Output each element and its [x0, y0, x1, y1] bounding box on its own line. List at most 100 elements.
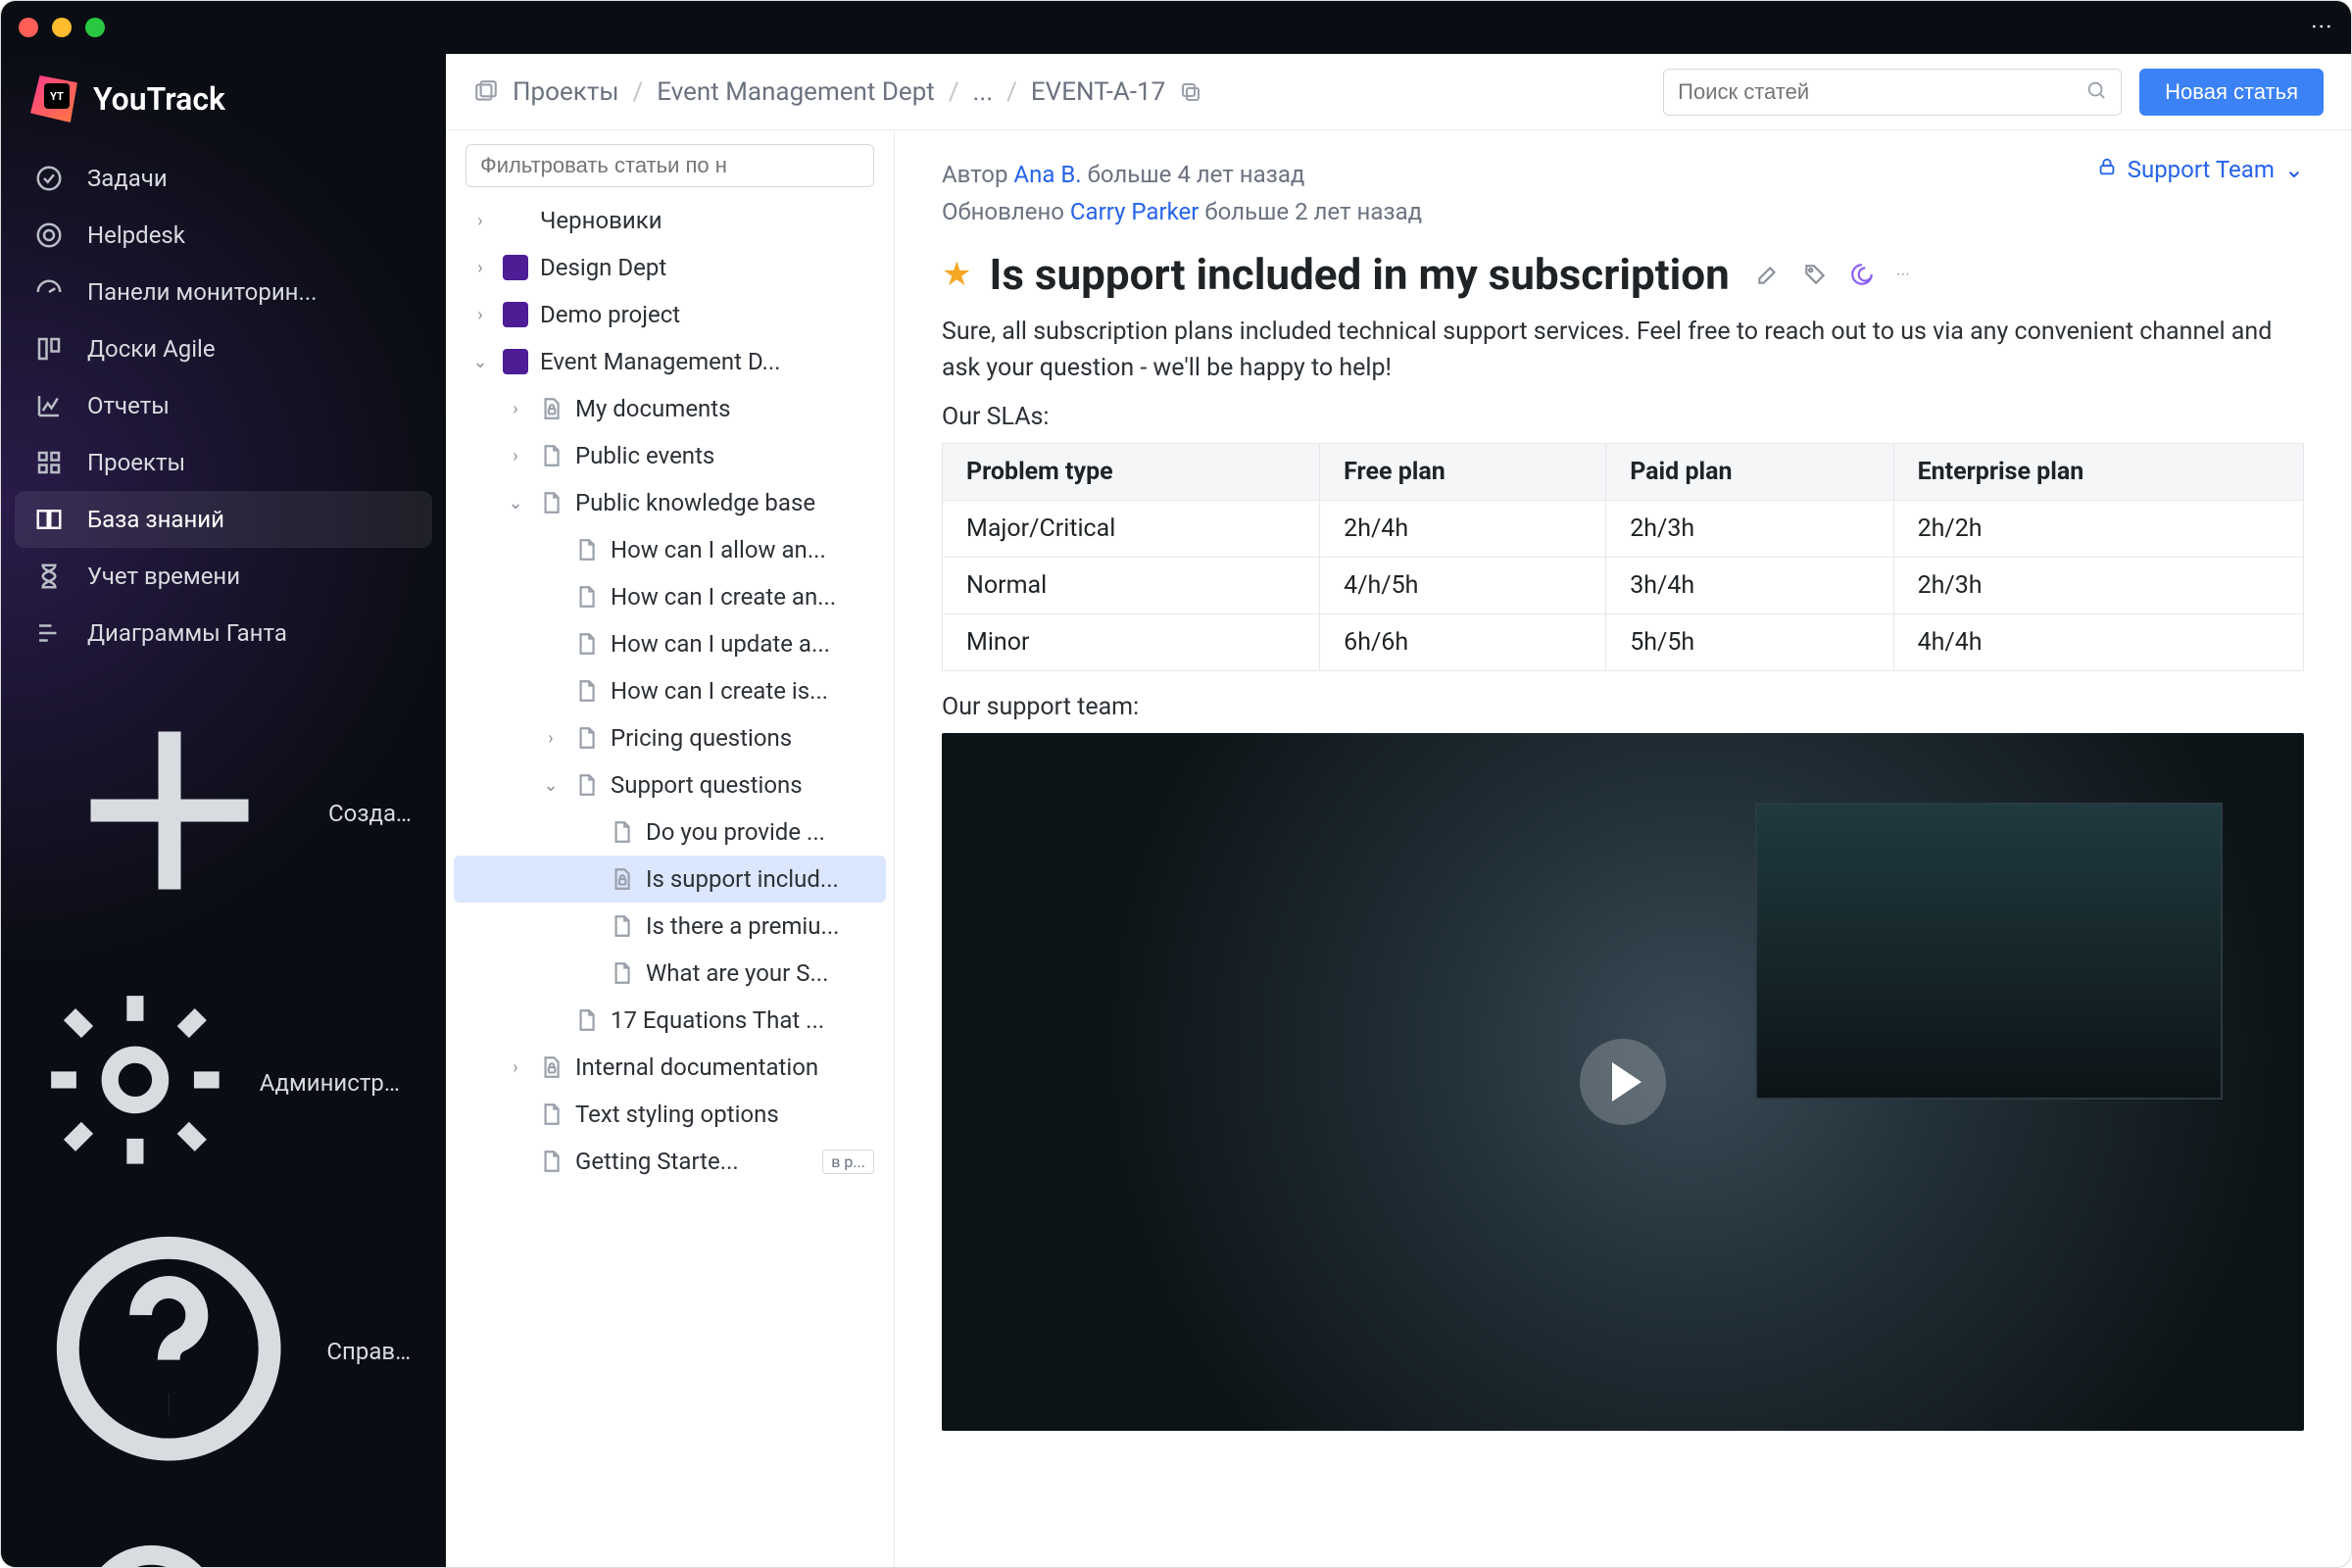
minimize-window-button[interactable]	[52, 18, 72, 37]
doc-icon	[538, 1149, 564, 1174]
chevron-icon[interactable]: ›	[469, 211, 491, 231]
tree-item[interactable]: ⌄ Event Management D...	[454, 338, 886, 385]
sidebar-bottom: СоздатьАдминистрирован...СправкаУведомле…	[1, 662, 446, 1568]
sidebar-item[interactable]: Создать	[15, 662, 432, 965]
breadcrumb-item[interactable]: Event Management Dept	[657, 77, 935, 107]
sidebar-item[interactable]: Отчеты	[15, 377, 432, 434]
tree-item-label: Is support includ...	[646, 865, 839, 893]
tree-item[interactable]: How can I allow an...	[454, 526, 886, 573]
sidebar-item-label: Задачи	[87, 165, 168, 192]
close-window-button[interactable]	[19, 18, 38, 37]
tree-item-label: Event Management D...	[540, 348, 780, 375]
tree-item[interactable]: › Черновики	[454, 197, 886, 244]
plus-icon	[34, 675, 305, 952]
sla-table: Problem typeFree planPaid planEnterprise…	[942, 443, 2304, 671]
copy-id-icon[interactable]	[1179, 80, 1202, 104]
tree-item[interactable]: Text styling options	[454, 1091, 886, 1138]
doc-icon	[573, 1007, 599, 1033]
tree-item-label: How can I create is...	[611, 677, 828, 705]
updated-time: больше 2 лет назад	[1199, 198, 1422, 225]
tree-item[interactable]: 17 Equations That ...	[454, 997, 886, 1044]
app-body: YT YouTrack Задачи Helpdesk Панели монитор…	[1, 54, 2351, 1567]
sidebar-item[interactable]: Учет времени	[15, 548, 432, 605]
chevron-icon[interactable]: ›	[505, 399, 526, 419]
tree-item-label: My documents	[575, 395, 731, 422]
maximize-window-button[interactable]	[85, 18, 105, 37]
sidebar-item[interactable]: Helpdesk	[15, 207, 432, 264]
sidebar-item[interactable]: Справка	[15, 1200, 432, 1502]
kebab-menu-icon[interactable]: ⋮	[2309, 16, 2333, 39]
tree-item[interactable]: How can I create is...	[454, 667, 886, 714]
chevron-icon[interactable]: ›	[505, 446, 526, 466]
project-icon	[503, 349, 528, 374]
table-cell: 5h/5h	[1606, 613, 1893, 670]
chevron-icon[interactable]: ›	[505, 1057, 526, 1078]
tree-item[interactable]: › Public events	[454, 432, 886, 479]
sidebar-item[interactable]: Проекты	[15, 434, 432, 491]
star-icon[interactable]: ★	[942, 255, 971, 294]
visibility-selector[interactable]: Support Team ⌄	[2096, 156, 2304, 183]
chevron-icon[interactable]: ›	[540, 728, 562, 749]
gantt-icon	[34, 618, 64, 648]
tree-item[interactable]: What are your S...	[454, 950, 886, 997]
tree-item[interactable]: › My documents	[454, 385, 886, 432]
updated-by-link[interactable]: Carry Parker	[1070, 198, 1199, 225]
chevron-icon[interactable]: ⌄	[505, 493, 526, 514]
tree-item-label: Text styling options	[575, 1101, 779, 1128]
tree-item[interactable]: Do you provide ...	[454, 808, 886, 856]
grid-icon	[34, 448, 64, 477]
sidebar-item[interactable]: Диаграммы Ганта	[15, 605, 432, 662]
tree-filter-input[interactable]	[466, 144, 874, 187]
table-cell: 2h/3h	[1606, 500, 1893, 557]
breadcrumb-item[interactable]: ...	[973, 77, 994, 107]
new-article-button[interactable]: Новая статья	[2139, 69, 2324, 116]
tree-item[interactable]: Is support includ...	[454, 856, 886, 903]
tree-item[interactable]: Is there a premiu...	[454, 903, 886, 950]
tree-item[interactable]: ›Design Dept	[454, 244, 886, 291]
tree-item[interactable]: How can I update a...	[454, 620, 886, 667]
edit-icon[interactable]	[1755, 262, 1781, 287]
sidebar-item[interactable]: Задачи	[15, 150, 432, 207]
chart-icon	[34, 391, 64, 420]
sidebar-item[interactable]: Администрирован...	[15, 965, 432, 1200]
chevron-icon[interactable]: ⌄	[540, 775, 562, 796]
breadcrumb-root-icon[interactable]	[473, 79, 499, 105]
breadcrumb-sep: /	[1006, 77, 1017, 107]
breadcrumb-item[interactable]: EVENT-A-17	[1031, 77, 1165, 107]
app-window: ⋮ YT YouTrack Задачи Helpdesk Панели монит…	[0, 0, 2352, 1568]
author-link[interactable]: Ana B.	[1013, 161, 1081, 188]
tag-icon[interactable]	[1802, 262, 1828, 287]
breadcrumb-item[interactable]: Проекты	[513, 77, 619, 107]
search-icon[interactable]	[2085, 79, 2107, 105]
tree-item[interactable]: ⌄Support questions	[454, 761, 886, 808]
tree-item-label: Public events	[575, 442, 714, 469]
chevron-icon[interactable]: ⌄	[469, 352, 491, 372]
tree-item[interactable]: ›Pricing questions	[454, 714, 886, 761]
brand[interactable]: YT YouTrack	[1, 75, 446, 150]
chevron-icon[interactable]: ›	[469, 258, 491, 278]
sidebar-item[interactable]: База знаний	[15, 491, 432, 548]
tree-item-label: Черновики	[540, 207, 662, 234]
sidebar-item[interactable]: Доски Agile	[15, 320, 432, 377]
doc-icon	[573, 537, 599, 563]
sidebar-item[interactable]: Панели мониторин...	[15, 264, 432, 320]
table-cell: Normal	[943, 557, 1320, 613]
tree-item[interactable]: › Demo project	[454, 291, 886, 338]
tree-item[interactable]: How can I create an...	[454, 573, 886, 620]
sidebar-item[interactable]: Уведомления	[15, 1502, 432, 1568]
tree-item-label: Demo project	[540, 301, 680, 328]
table-cell: 3h/4h	[1606, 557, 1893, 613]
search-input[interactable]	[1678, 79, 2076, 105]
gear-icon	[34, 979, 236, 1187]
play-button[interactable]	[1580, 1039, 1666, 1125]
tree-item[interactable]: ⌄Public knowledge base	[454, 479, 886, 526]
swirl-icon[interactable]	[1849, 262, 1875, 287]
tree-item[interactable]: ›Internal documentation	[454, 1044, 886, 1091]
chevron-icon[interactable]: ›	[469, 305, 491, 325]
sidebar-item-label: Проекты	[87, 449, 185, 476]
tree-item[interactable]: Getting Starte...в р...	[454, 1138, 886, 1185]
sidebar-item-label: Учет времени	[87, 563, 240, 590]
search-box[interactable]	[1663, 69, 2122, 116]
more-icon[interactable]: ⋯	[1896, 262, 1910, 287]
sidebar-item-label: Helpdesk	[87, 221, 185, 249]
